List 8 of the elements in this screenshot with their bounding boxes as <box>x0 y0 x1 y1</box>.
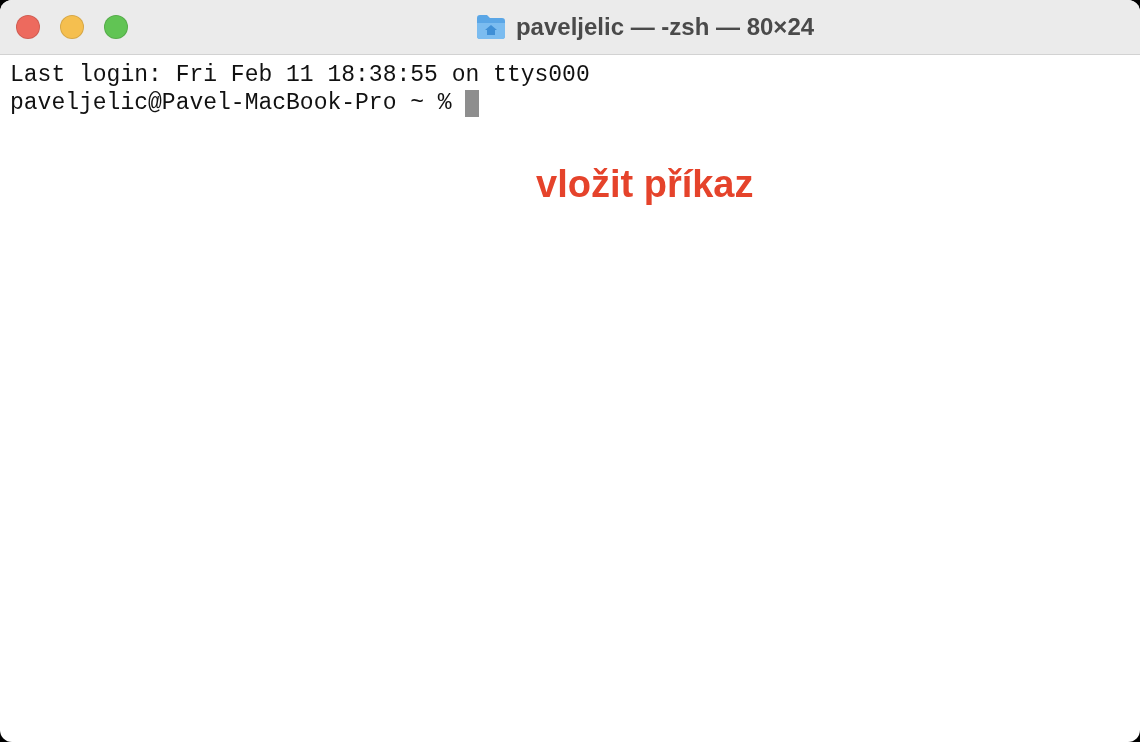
minimize-button[interactable] <box>60 15 84 39</box>
shell-prompt: paveljelic@Pavel-MacBook-Pro ~ % <box>10 89 453 117</box>
annotation-text: vložit příkaz <box>536 163 754 206</box>
window-title: paveljelic — -zsh — 80×24 <box>515 13 815 41</box>
close-button[interactable] <box>16 15 40 39</box>
terminal-line: Last login: Fri Feb 11 18:38:55 on ttys000 <box>10 61 591 89</box>
zoom-button[interactable] <box>104 15 128 39</box>
home-folder-icon <box>475 14 506 40</box>
